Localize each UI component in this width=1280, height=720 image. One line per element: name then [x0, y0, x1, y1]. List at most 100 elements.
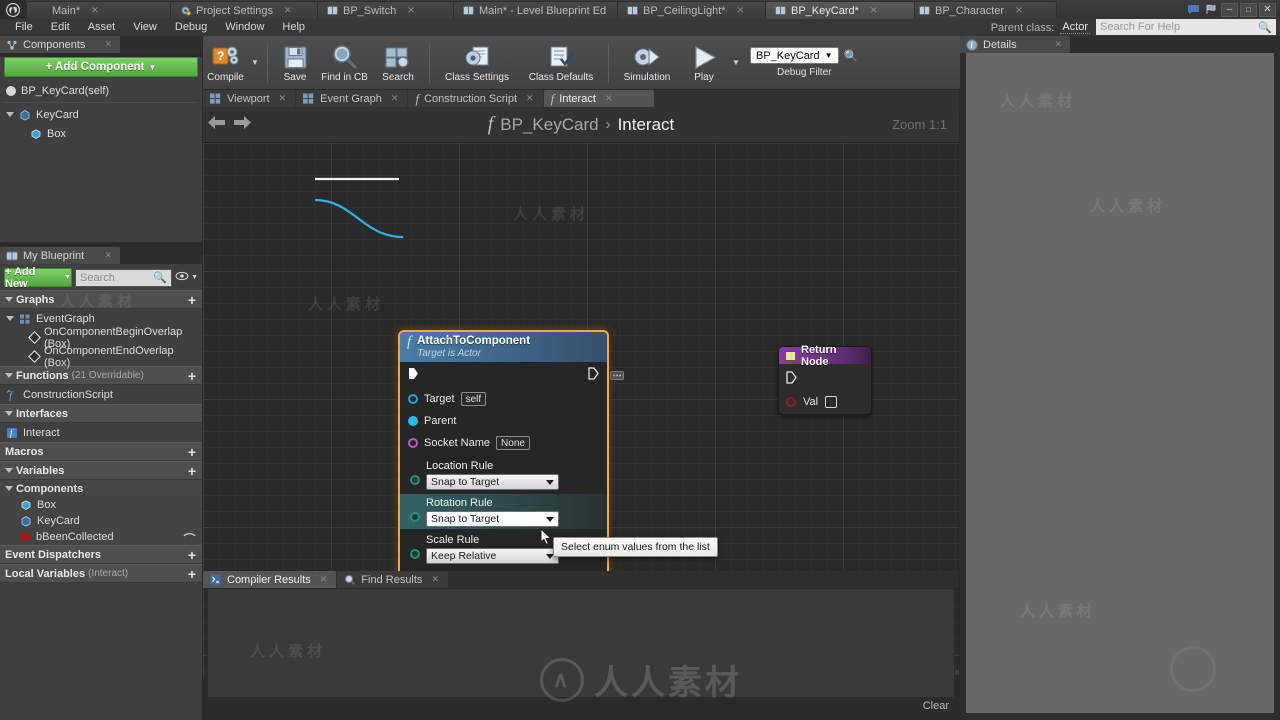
- tab-event-graph[interactable]: Event Graph ✕: [296, 90, 408, 107]
- section-event-dispatchers[interactable]: Event Dispatchers +: [0, 545, 202, 564]
- variable-item-bbeencollected[interactable]: bBeenCollected: [0, 529, 202, 545]
- parent-class-value[interactable]: Actor: [1060, 21, 1090, 34]
- debug-filter-dropdown[interactable]: BP_KeyCard ▼: [750, 47, 839, 64]
- target-value[interactable]: self: [460, 392, 487, 406]
- tab-interact[interactable]: f Interact ✕: [543, 90, 654, 107]
- close-icon[interactable]: ✕: [737, 5, 745, 16]
- minimize-button[interactable]: –: [1221, 2, 1238, 17]
- close-icon[interactable]: ✕: [279, 93, 287, 104]
- close-icon[interactable]: ✕: [431, 574, 439, 585]
- compiler-results-output[interactable]: [207, 588, 955, 698]
- tab-details[interactable]: i Details ✕: [960, 36, 1070, 53]
- rotation-rule-dropdown[interactable]: Snap to Target: [426, 511, 559, 527]
- add-macro-button[interactable]: +: [188, 445, 196, 459]
- scale-rule-dropdown[interactable]: Keep Relative: [426, 548, 559, 564]
- add-variable-button[interactable]: +: [188, 464, 196, 478]
- section-variables[interactable]: Variables +: [0, 461, 202, 480]
- node-attach-to-component[interactable]: f AttachToComponent Target is Actor Targ…: [398, 330, 609, 608]
- menu-view[interactable]: View: [124, 19, 166, 36]
- eye-icon[interactable]: [183, 531, 196, 543]
- search-icon[interactable]: 🔍: [844, 49, 859, 63]
- enum-input-pin[interactable]: [410, 549, 420, 559]
- breadcrumb-owner[interactable]: BP_KeyCard: [500, 115, 598, 135]
- chevron-down-icon[interactable]: [6, 112, 14, 117]
- menu-file[interactable]: File: [6, 19, 42, 36]
- menu-help[interactable]: Help: [273, 19, 314, 36]
- toolbar-button-class-defaults[interactable]: Class Defaults: [519, 42, 603, 83]
- clear-button[interactable]: Clear: [923, 700, 949, 712]
- component-tree-item-keycard[interactable]: KeyCard: [0, 105, 202, 124]
- feedback-icon[interactable]: [1185, 3, 1201, 17]
- tab-viewport[interactable]: Viewport ✕: [203, 90, 296, 107]
- graph-item-onendoverlap[interactable]: OnComponentEndOverlap (Box): [0, 345, 202, 369]
- add-graph-button[interactable]: +: [188, 293, 196, 307]
- component-tree-item-self[interactable]: BP_KeyCard(self): [0, 81, 202, 100]
- function-item-constructionscript[interactable]: f ConstructionScript: [0, 385, 202, 404]
- add-function-button[interactable]: +: [188, 369, 196, 383]
- help-search-input[interactable]: Search For Help 🔍: [1096, 19, 1276, 35]
- section-functions[interactable]: Functions (21 Overridable) +: [0, 366, 202, 385]
- node-return[interactable]: Return Node Val: [778, 344, 872, 415]
- exec-input-pin[interactable]: [786, 370, 797, 384]
- tab-compiler-results[interactable]: Compiler Results ✕: [203, 571, 337, 588]
- flag-icon[interactable]: [1203, 3, 1219, 17]
- toolbar-button-simulation[interactable]: Simulation: [614, 42, 680, 83]
- node-comment-bubble-icon[interactable]: [610, 371, 624, 385]
- close-icon[interactable]: ✕: [407, 5, 415, 16]
- close-icon[interactable]: ✕: [526, 93, 534, 104]
- window-tab-6[interactable]: BP_Character ✕: [909, 1, 1057, 19]
- val-checkbox[interactable]: [825, 396, 838, 408]
- close-icon[interactable]: ✕: [870, 5, 878, 16]
- tab-find-results[interactable]: Find Results ✕: [337, 571, 448, 588]
- visibility-filter-button[interactable]: ▼: [175, 271, 198, 284]
- exec-output-pin[interactable]: [588, 367, 599, 383]
- close-icon[interactable]: ✕: [1054, 39, 1062, 50]
- window-tab-3[interactable]: Main* - Level Blueprint Ed ✕: [453, 1, 623, 19]
- toolbar-button-save[interactable]: Save: [273, 42, 317, 83]
- close-icon[interactable]: ✕: [284, 5, 292, 16]
- object-input-pin[interactable]: [408, 416, 418, 426]
- tab-components[interactable]: Components ✕: [0, 36, 120, 53]
- object-input-pin[interactable]: [408, 394, 418, 404]
- add-new-button[interactable]: + Add New ▼: [4, 266, 72, 290]
- toolbar-button-search[interactable]: Search: [372, 42, 424, 83]
- variable-item-box[interactable]: Box: [0, 497, 202, 513]
- forward-button[interactable]: [229, 114, 255, 135]
- close-icon[interactable]: ✕: [1015, 5, 1023, 16]
- close-icon[interactable]: ✕: [91, 5, 99, 16]
- section-variables-components[interactable]: Components: [0, 480, 202, 497]
- add-event-dispatcher-button[interactable]: +: [188, 548, 196, 562]
- tab-construction-script[interactable]: f Construction Script ✕: [408, 90, 543, 107]
- component-tree-item-box[interactable]: Box: [0, 124, 202, 143]
- bool-input-pin[interactable]: [786, 397, 796, 407]
- window-tab-5[interactable]: BP_KeyCard* ✕: [765, 1, 915, 19]
- menu-edit[interactable]: Edit: [42, 19, 79, 36]
- menu-debug[interactable]: Debug: [166, 19, 216, 36]
- exec-input-pin[interactable]: [408, 367, 419, 383]
- add-local-variable-button[interactable]: +: [188, 567, 196, 581]
- close-icon[interactable]: ✕: [605, 93, 613, 104]
- window-tab-1[interactable]: Project Settings ✕: [170, 1, 323, 19]
- window-tab-4[interactable]: BP_CeilingLight* ✕: [617, 1, 771, 19]
- close-icon[interactable]: ✕: [391, 93, 399, 104]
- menu-window[interactable]: Window: [216, 19, 273, 36]
- maximize-button[interactable]: □: [1240, 2, 1257, 17]
- chevron-down-icon[interactable]: [6, 316, 14, 321]
- window-tab-2[interactable]: BP_Switch ✕: [317, 1, 459, 19]
- add-component-button[interactable]: + Add Component ▼: [4, 57, 198, 77]
- interface-item-interact[interactable]: f Interact: [0, 423, 202, 442]
- play-dropdown-button[interactable]: ▼: [728, 58, 744, 67]
- myblueprint-search-input[interactable]: Search 🔍: [75, 268, 173, 287]
- section-local-variables[interactable]: Local Variables (Interact) +: [0, 564, 202, 583]
- socket-name-value[interactable]: None: [496, 436, 530, 450]
- enum-input-pin[interactable]: [410, 512, 420, 522]
- section-interfaces[interactable]: Interfaces: [0, 404, 202, 423]
- details-panel-body[interactable]: [966, 53, 1274, 713]
- toolbar-button-compile[interactable]: ? Compile: [203, 42, 248, 83]
- compile-dropdown-button[interactable]: ▼: [248, 58, 262, 67]
- location-rule-dropdown[interactable]: Snap to Target: [426, 474, 559, 490]
- close-icon[interactable]: ✕: [104, 250, 112, 261]
- close-icon[interactable]: ✕: [104, 39, 112, 50]
- window-tab-0[interactable]: Main* ✕: [26, 1, 176, 19]
- section-graphs[interactable]: Graphs +: [0, 290, 202, 309]
